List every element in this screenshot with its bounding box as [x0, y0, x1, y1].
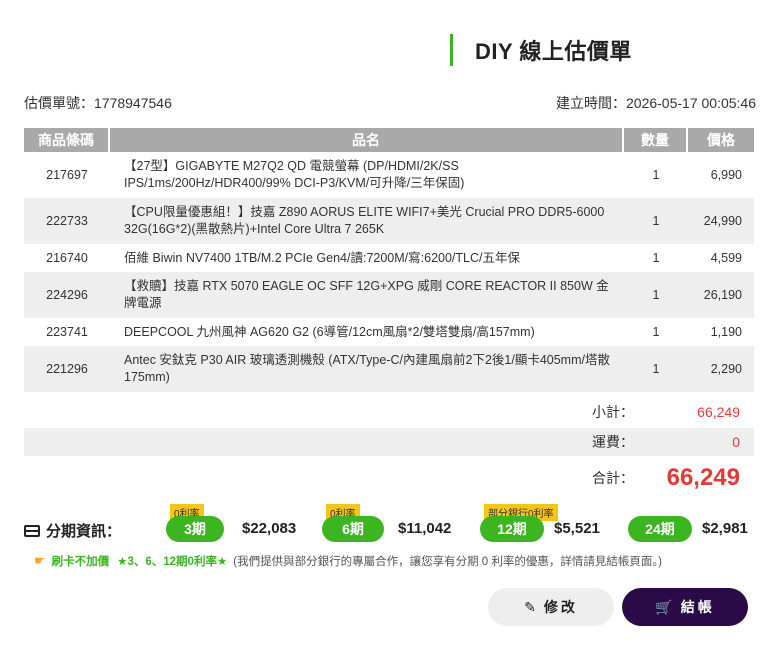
col-header-price: 價格: [688, 128, 754, 152]
total-row: 合計： 66,249: [24, 460, 754, 496]
shipping-label: 運費：: [592, 434, 634, 450]
item-qty: 1: [624, 346, 688, 392]
item-qty: 1: [652, 250, 660, 265]
table-row: 216740 佰維 Biwin NV7400 1TB/M.2 PCIe Gen4…: [24, 244, 754, 272]
edit-button[interactable]: ✎ 修改: [488, 588, 614, 626]
table-row: 224296 【救贖】技嘉 RTX 5070 EAGLE OC SFF 12G+…: [24, 272, 754, 318]
plan-amount: $22,083: [242, 520, 297, 537]
shipping-row: 運費： 0: [24, 428, 754, 456]
item-name: 【救贖】技嘉 RTX 5070 EAGLE OC SFF 12G+XPG 威剛 …: [110, 272, 624, 318]
plan-period: 24期: [628, 516, 692, 542]
total-value: 66,249: [666, 464, 740, 491]
items-table: 商品條碼 品名 數量 價格 217697 【27型】GIGABYTE M27Q2…: [24, 128, 754, 392]
item-qty: 1: [652, 324, 660, 339]
item-name: DEEPCOOL 九州風神 AG620 G2 (6導管/12cm風扇*2/雙塔雙…: [124, 324, 535, 339]
item-name: 佰維 Biwin NV7400 1TB/M.2 PCIe Gen4/讀:7200…: [124, 250, 520, 265]
shipping-value: 0: [732, 434, 740, 450]
total-label: 合計：: [592, 470, 634, 486]
plan-amount: $5,521: [554, 520, 600, 537]
credit-card-icon: [24, 524, 40, 537]
created-time: 建立時間：2026-05-17 00:05:46: [556, 95, 756, 111]
subtotal-label: 小計：: [592, 404, 634, 420]
cart-icon: 🛒: [655, 598, 673, 615]
plan-period: 12期: [480, 516, 544, 542]
subtotal-value: 66,249: [697, 404, 740, 420]
installment-label-group: 分期資訊：: [24, 520, 121, 541]
quote-meta: 估價單號：1778947546 建立時間：2026-05-17 00:05:46: [24, 93, 756, 113]
plan-period: 3期: [166, 516, 224, 542]
subtotal-row: 小計： 66,249: [24, 399, 754, 425]
quote-number: 估價單號：1778947546: [24, 95, 172, 111]
item-price: 26,190: [688, 272, 754, 318]
col-header-name: 品名: [110, 128, 624, 152]
checkout-button[interactable]: 🛒 結帳: [622, 588, 748, 626]
item-code: 224296: [24, 272, 110, 318]
item-code: 221296: [24, 346, 110, 392]
plan-amount: $2,981: [702, 520, 748, 537]
item-code: 223741: [46, 324, 88, 339]
zero-rate-text: ★3、6、12期0利率★: [117, 556, 228, 568]
pointing-hand-icon: ☛: [34, 553, 46, 568]
note-detail: (我們提供與部分銀行的專屬合作，讓您享有分期 0 利率的優惠，詳情請見結帳頁面。…: [233, 556, 662, 568]
item-price: 24,990: [688, 198, 754, 244]
pencil-icon: ✎: [524, 598, 536, 615]
installment-section: 分期資訊： 0利率 3期 $22,083 0利率 6期 $11,042 部分銀行…: [24, 502, 764, 546]
page-title: DIY 線上估價單: [475, 39, 632, 64]
item-code: 222733: [24, 198, 110, 244]
item-price: 1,190: [710, 324, 742, 339]
table-row: 217697 【27型】GIGABYTE M27Q2 QD 電競螢幕 (DP/H…: [24, 152, 754, 198]
page-header: DIY 線上估價單: [450, 34, 632, 66]
item-name: 【27型】GIGABYTE M27Q2 QD 電競螢幕 (DP/HDMI/2K/…: [124, 159, 465, 190]
plan-amount: $11,042: [398, 520, 452, 537]
item-code: 216740: [46, 250, 88, 265]
item-price: 4,599: [710, 250, 742, 265]
table-header-row: 商品條碼 品名 數量 價格: [24, 128, 754, 152]
item-price: 6,990: [710, 167, 742, 182]
table-row: 222733 【CPU限量優惠組！】技嘉 Z890 AORUS ELITE WI…: [24, 198, 754, 244]
item-name: Antec 安鈦克 P30 AIR 玻璃透測機殼 (ATX/Type-C/內建風…: [110, 346, 624, 392]
item-qty: 1: [624, 272, 688, 318]
item-name: 【CPU限量優惠組！】技嘉 Z890 AORUS ELITE WIFI7+美光 …: [110, 198, 624, 244]
checkout-button-label: 結帳: [680, 599, 715, 615]
item-code: 217697: [46, 167, 88, 182]
title-accent-bar: [450, 34, 453, 66]
plan-period: 6期: [322, 516, 384, 542]
installment-note: ☛ 刷卡不加價 ★3、6、12期0利率★ (我們提供與部分銀行的專屬合作，讓您享…: [34, 553, 662, 569]
table-row: 221296 Antec 安鈦克 P30 AIR 玻璃透測機殼 (ATX/Typ…: [24, 346, 754, 392]
no-markup-text: 刷卡不加價: [51, 556, 110, 568]
edit-button-label: 修改: [543, 599, 578, 615]
table-row: 223741 DEEPCOOL 九州風神 AG620 G2 (6導管/12cm風…: [24, 318, 754, 346]
item-qty: 1: [624, 198, 688, 244]
col-header-code: 商品條碼: [24, 128, 110, 152]
item-price: 2,290: [688, 346, 754, 392]
item-qty: 1: [652, 167, 660, 182]
col-header-qty: 數量: [624, 128, 688, 152]
installment-label: 分期資訊：: [46, 523, 122, 540]
